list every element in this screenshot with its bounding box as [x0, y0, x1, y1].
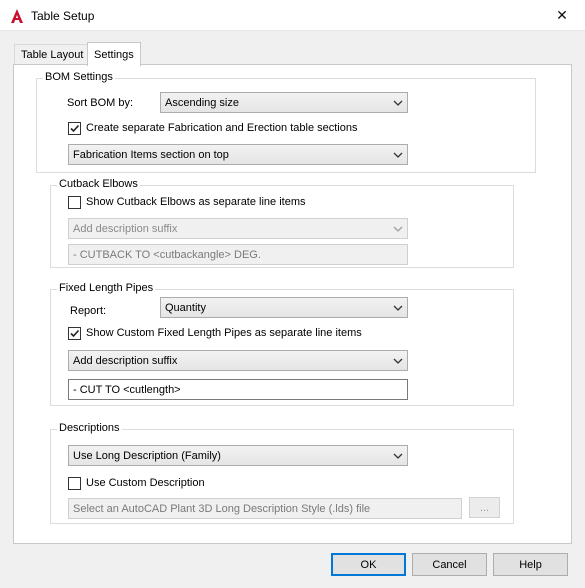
browse-button[interactable]: ... [469, 497, 500, 518]
cutback-suffix-value: Add description suffix [73, 222, 178, 235]
section-order-select[interactable]: Fabrication Items section on top [68, 144, 408, 165]
tab-table-layout-label: Table Layout [21, 49, 84, 61]
close-button[interactable]: ✕ [539, 0, 585, 31]
fixed-suffix-text: - CUT TO <cutlength> [73, 383, 181, 396]
chevron-down-icon [393, 100, 403, 106]
show-cutback-label[interactable]: Show Cutback Elbows as separate line ite… [86, 196, 306, 208]
sort-bom-label: Sort BOM by: [67, 97, 134, 109]
cutback-elbows-legend: Cutback Elbows [57, 178, 140, 190]
tab-settings[interactable]: Settings [87, 42, 141, 66]
window-title: Table Setup [31, 9, 95, 23]
use-custom-description-label[interactable]: Use Custom Description [86, 477, 205, 489]
chevron-down-icon [393, 152, 403, 158]
cutback-suffix-select[interactable]: Add description suffix [68, 218, 408, 239]
help-button[interactable]: Help [493, 553, 568, 576]
fixed-suffix-input[interactable]: - CUT TO <cutlength> [68, 379, 408, 400]
description-value: Use Long Description (Family) [73, 449, 221, 462]
sort-bom-value: Ascending size [165, 96, 239, 109]
description-style-placeholder: Select an AutoCAD Plant 3D Long Descript… [73, 502, 371, 515]
bom-settings-legend: BOM Settings [43, 71, 115, 83]
separate-sections-label[interactable]: Create separate Fabrication and Erection… [86, 122, 358, 134]
close-icon: ✕ [556, 7, 568, 23]
description-select[interactable]: Use Long Description (Family) [68, 445, 408, 466]
fixed-suffix-select[interactable]: Add description suffix [68, 350, 408, 371]
separate-sections-checkbox[interactable] [68, 122, 81, 135]
checkmark-icon [70, 124, 80, 133]
cutback-suffix-text: - CUTBACK TO <cutbackangle> DEG. [73, 248, 261, 261]
chevron-down-icon [393, 358, 403, 364]
description-style-input[interactable]: Select an AutoCAD Plant 3D Long Descript… [68, 498, 462, 519]
checkmark-icon [70, 329, 80, 338]
show-custom-fixed-checkbox[interactable] [68, 327, 81, 340]
fixed-length-pipes-legend: Fixed Length Pipes [57, 282, 156, 294]
tab-table-layout[interactable]: Table Layout [14, 44, 91, 65]
show-custom-fixed-label[interactable]: Show Custom Fixed Length Pipes as separa… [86, 327, 362, 339]
tab-settings-label: Settings [94, 48, 134, 61]
settings-panel: BOM Settings Sort BOM by: Ascending size… [13, 64, 572, 544]
autocad-plant-3d-icon [11, 9, 23, 23]
show-cutback-checkbox[interactable] [68, 196, 81, 209]
report-value: Quantity [165, 301, 206, 314]
sort-bom-select[interactable]: Ascending size [160, 92, 408, 113]
ok-button[interactable]: OK [331, 553, 406, 576]
title-bar: Table Setup ✕ [0, 0, 585, 31]
fixed-suffix-value: Add description suffix [73, 354, 178, 367]
cutback-suffix-input[interactable]: - CUTBACK TO <cutbackangle> DEG. [68, 244, 408, 265]
browse-label: ... [479, 501, 490, 514]
use-custom-description-checkbox[interactable] [68, 477, 81, 490]
descriptions-legend: Descriptions [57, 422, 122, 434]
report-label: Report: [70, 305, 107, 317]
section-order-value: Fabrication Items section on top [73, 148, 229, 161]
ok-label: OK [360, 558, 377, 571]
cancel-label: Cancel [432, 558, 467, 571]
chevron-down-icon [393, 226, 403, 232]
help-label: Help [519, 558, 542, 571]
report-select[interactable]: Quantity [160, 297, 408, 318]
chevron-down-icon [393, 305, 403, 311]
chevron-down-icon [393, 453, 403, 459]
cancel-button[interactable]: Cancel [412, 553, 487, 576]
